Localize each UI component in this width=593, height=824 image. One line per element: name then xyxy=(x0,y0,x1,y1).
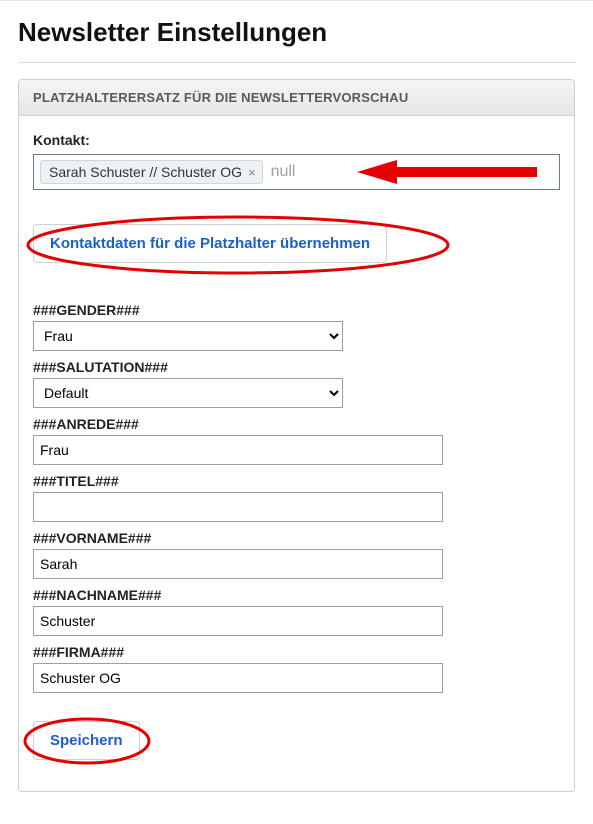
contact-placeholder: null xyxy=(271,163,296,181)
page-title: Newsletter Einstellungen xyxy=(18,17,575,48)
nachname-label: ###NACHNAME### xyxy=(33,587,560,603)
vorname-label: ###VORNAME### xyxy=(33,530,560,546)
apply-contact-data-button[interactable]: Kontaktdaten für die Platzhalter überneh… xyxy=(33,224,387,263)
contact-tag-input[interactable]: Sarah Schuster // Schuster OG × null xyxy=(33,154,560,190)
panel-body: Kontakt: Sarah Schuster // Schuster OG ×… xyxy=(19,116,574,791)
gender-select[interactable]: Frau xyxy=(33,321,343,351)
placeholder-panel: PLATZHALTERERSATZ FÜR DIE NEWSLETTERVORS… xyxy=(18,79,575,792)
save-button[interactable]: Speichern xyxy=(33,721,140,760)
remove-tag-icon[interactable]: × xyxy=(248,166,256,179)
anrede-input[interactable] xyxy=(33,435,443,465)
contact-tag-text: Sarah Schuster // Schuster OG xyxy=(49,164,242,180)
contact-tag: Sarah Schuster // Schuster OG × xyxy=(40,160,263,184)
nachname-input[interactable] xyxy=(33,606,443,636)
divider xyxy=(18,62,575,63)
salutation-select[interactable]: Default xyxy=(33,378,343,408)
panel-header: PLATZHALTERERSATZ FÜR DIE NEWSLETTERVORS… xyxy=(19,80,574,116)
contact-label: Kontakt: xyxy=(33,132,560,148)
titel-input[interactable] xyxy=(33,492,443,522)
titel-label: ###TITEL### xyxy=(33,473,560,489)
salutation-label: ###SALUTATION### xyxy=(33,359,560,375)
vorname-input[interactable] xyxy=(33,549,443,579)
anrede-label: ###ANREDE### xyxy=(33,416,560,432)
firma-label: ###FIRMA### xyxy=(33,644,560,660)
gender-label: ###GENDER### xyxy=(33,302,560,318)
arrow-annotation-icon xyxy=(327,157,547,187)
firma-input[interactable] xyxy=(33,663,443,693)
